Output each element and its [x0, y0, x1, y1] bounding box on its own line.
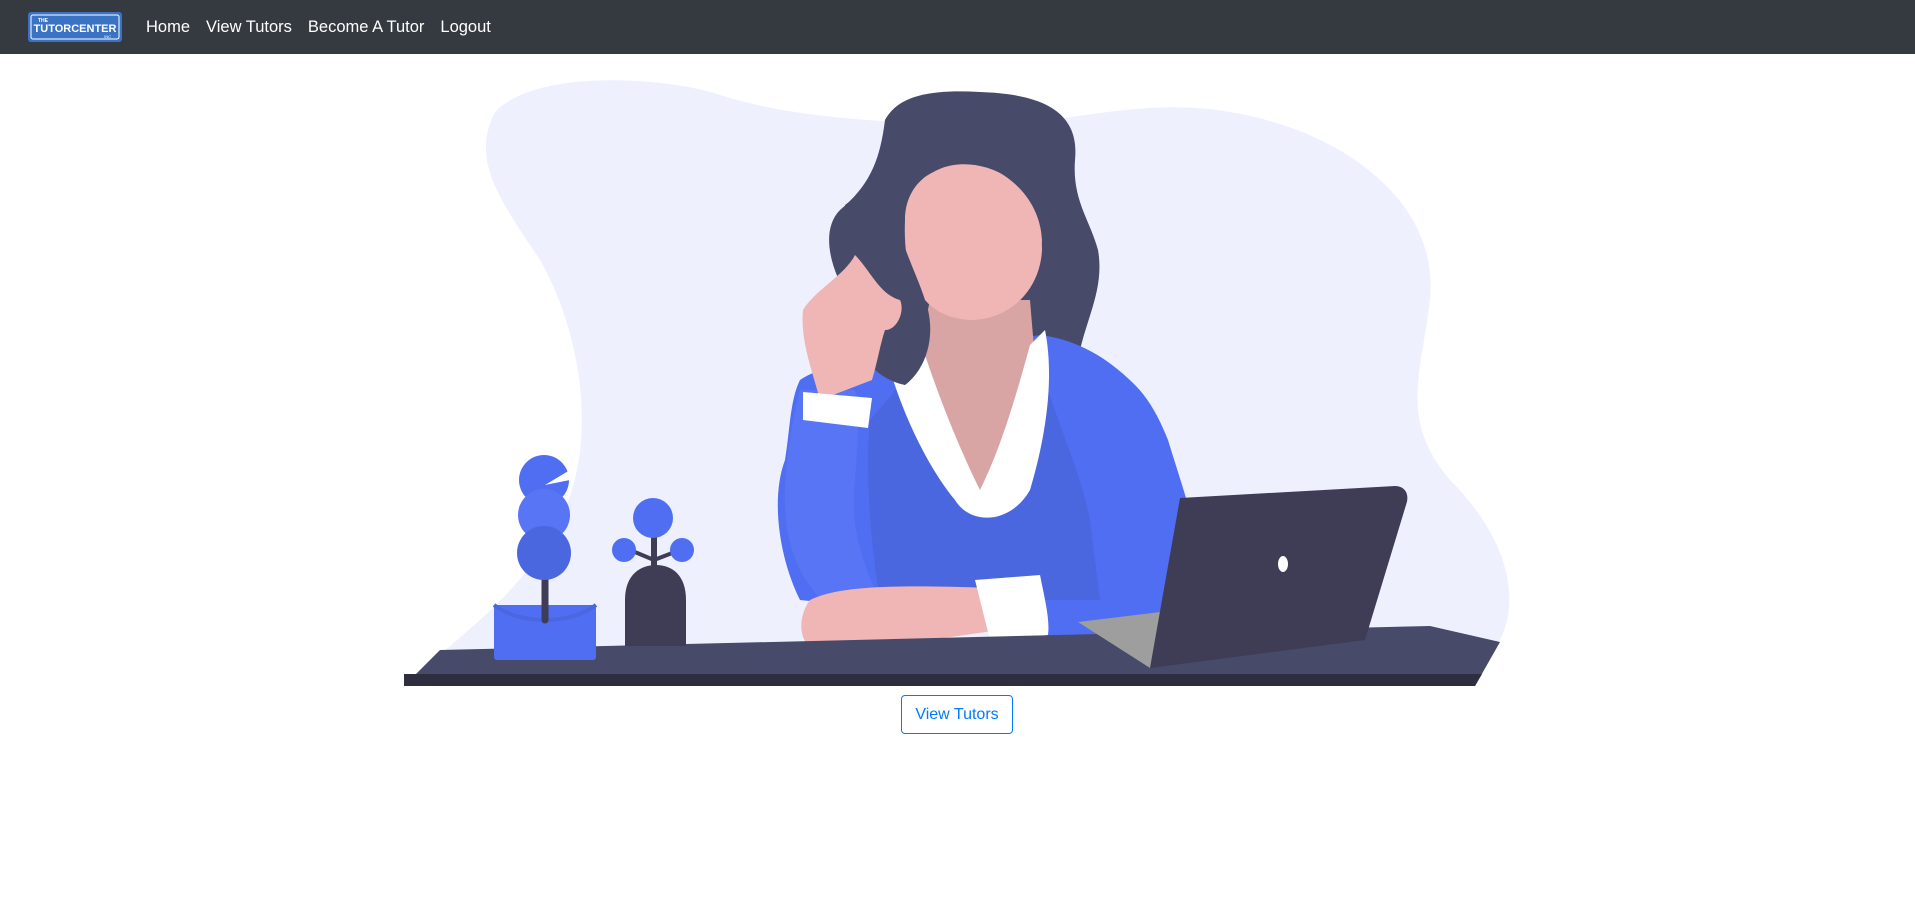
nav-link-view-tutors[interactable]: View Tutors	[198, 18, 300, 37]
laptop-logo	[1278, 556, 1288, 572]
view-tutors-button[interactable]: View Tutors	[901, 695, 1013, 734]
hero-illustration	[404, 80, 1510, 686]
nav-link-become-a-tutor[interactable]: Become A Tutor	[300, 18, 432, 37]
logo-sub-text: INC	[104, 34, 111, 39]
nav-links: Home View Tutors Become A Tutor Logout	[138, 0, 499, 54]
plant2-leaf-right	[670, 538, 694, 562]
tutorcenter-logo[interactable]: THE TUTORCENTER INC	[28, 12, 122, 42]
top-navbar: THE TUTORCENTER INC Home View Tutors Bec…	[0, 0, 1915, 54]
plant1-leaf-bottom	[517, 526, 571, 580]
nav-link-home[interactable]: Home	[138, 18, 198, 37]
plant2-leaf-top	[633, 498, 673, 538]
nav-link-logout[interactable]: Logout	[432, 18, 498, 37]
plant2-leaf-left	[612, 538, 636, 562]
desk-edge	[404, 674, 1482, 686]
